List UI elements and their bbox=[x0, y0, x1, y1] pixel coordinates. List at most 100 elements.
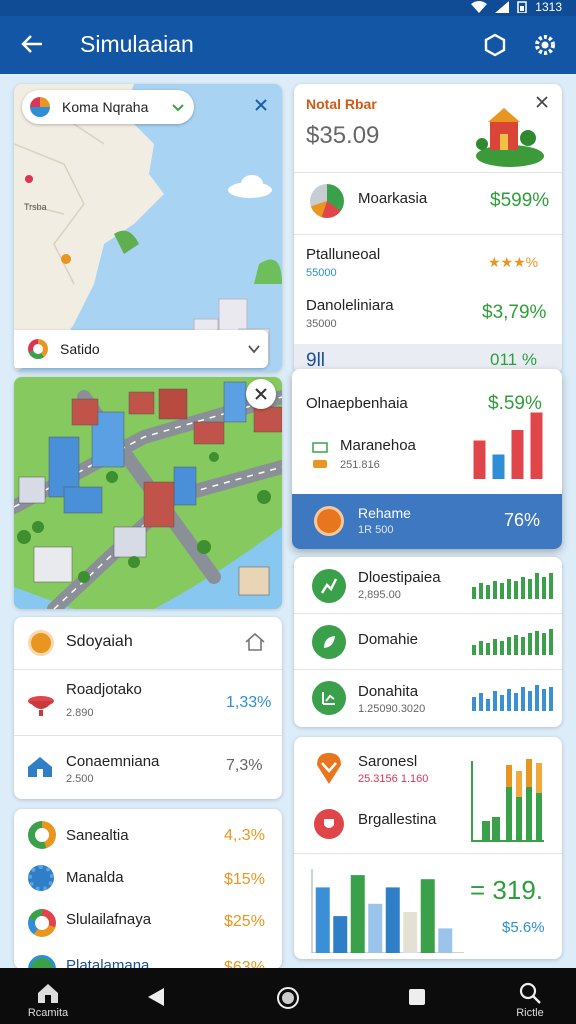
app-bar: Simulaaian bbox=[0, 16, 576, 74]
row-value: 1,33% bbox=[226, 694, 272, 711]
chart-bar bbox=[492, 454, 505, 479]
globe-icon bbox=[28, 955, 56, 969]
chevron-down-icon[interactable] bbox=[248, 344, 260, 354]
chart-bar bbox=[473, 440, 486, 479]
footer-sub: 1R 500 bbox=[358, 524, 394, 536]
footer-value: 76% bbox=[504, 510, 541, 530]
footer-label: Rehame bbox=[358, 505, 411, 521]
chevron-down-icon[interactable] bbox=[172, 101, 184, 113]
chart-bar bbox=[350, 875, 365, 953]
app-badge-icon bbox=[314, 506, 344, 536]
row-value: $3,79% bbox=[482, 302, 547, 323]
row-label: Ptalluneoal bbox=[306, 246, 381, 263]
back-triangle-icon[interactable] bbox=[146, 986, 166, 1008]
arrow-left-icon[interactable] bbox=[18, 30, 46, 58]
overlay-row-label: Maranehoa bbox=[340, 437, 416, 454]
sparkline-bars bbox=[472, 685, 553, 711]
city-view-card[interactable] bbox=[14, 377, 282, 609]
row-label: Danoleliniara bbox=[306, 297, 394, 314]
chart-bar bbox=[403, 912, 418, 953]
row-label: Domahie bbox=[358, 631, 419, 648]
overlay-footer[interactable]: Rehame 1R 500 76% bbox=[292, 494, 562, 549]
total-summary-card[interactable]: Notal Rbar $35.09 Moarkasia $599% Ptallu… bbox=[294, 84, 562, 374]
signal-icon bbox=[495, 1, 510, 13]
home-outline-icon[interactable] bbox=[244, 632, 266, 652]
rating-stars: ★★★% bbox=[488, 254, 539, 270]
nav-home-label: Rcamita bbox=[27, 1007, 69, 1019]
summary-title: Notal Rbar bbox=[306, 96, 377, 112]
battery-icon bbox=[517, 1, 528, 13]
row-value: 4,.3% bbox=[224, 827, 265, 844]
row-label: Moarkasia bbox=[358, 190, 428, 207]
page-title: Simulaaian bbox=[80, 31, 194, 57]
location-search-chip[interactable]: Koma Nqraha bbox=[22, 90, 194, 124]
overlay-row-sub: 251.816 bbox=[340, 459, 380, 471]
home-icon bbox=[38, 984, 58, 1003]
location-pin-icon bbox=[317, 753, 341, 784]
row-sub: 2.500 bbox=[66, 773, 94, 785]
cut-right-label: 011 % bbox=[490, 350, 537, 369]
city-illustration[interactable] bbox=[14, 377, 282, 609]
row-sub: 1.25090.3020 bbox=[358, 703, 426, 715]
row-sub: 55000 bbox=[306, 267, 337, 279]
big-value: = 319. bbox=[470, 875, 544, 905]
card-icon bbox=[313, 460, 327, 468]
close-button[interactable] bbox=[246, 379, 276, 409]
bowl-icon bbox=[28, 696, 54, 716]
recents-square-icon[interactable] bbox=[408, 988, 426, 1006]
chart-bar bbox=[385, 887, 400, 953]
row-label: Saronesl bbox=[358, 753, 418, 770]
row-label: Dloestipaiea bbox=[358, 569, 441, 586]
left-metrics-card[interactable]: Sanealtia 4,.3% Manalda $15% Slulailafna… bbox=[14, 809, 282, 969]
main-bar-chart bbox=[311, 869, 464, 953]
row-sub: 2,895.00 bbox=[358, 589, 401, 601]
search-icon bbox=[519, 982, 541, 1004]
gear-icon[interactable] bbox=[532, 32, 558, 58]
row-label: Manalda bbox=[66, 869, 124, 886]
nav-search-label: Rictle bbox=[516, 1007, 544, 1019]
bottom-nav-bar: Rcamita Rictle bbox=[0, 968, 576, 1024]
nav-search[interactable]: Rictle bbox=[502, 968, 558, 1019]
chart-card[interactable]: Saronesl 25.3156 1.160 Brgallestina = 31… bbox=[294, 737, 562, 959]
close-icon bbox=[255, 388, 267, 400]
overlay-title: Olnaepbenhaia bbox=[306, 395, 408, 412]
globe-icon bbox=[310, 184, 344, 218]
row-label: Brgallestina bbox=[358, 811, 437, 828]
wifi-icon bbox=[471, 1, 488, 13]
row-value: 7,3% bbox=[226, 757, 263, 774]
summary-amount: $35.09 bbox=[306, 122, 380, 149]
nav-home[interactable]: Rcamita bbox=[20, 968, 76, 1019]
row-sub: 35000 bbox=[306, 318, 337, 330]
row-label: Roadjotako bbox=[66, 681, 142, 698]
chart-bar bbox=[315, 887, 330, 953]
flag-icon bbox=[30, 97, 50, 117]
region-chip[interactable]: Satido bbox=[14, 330, 268, 368]
chart-bar bbox=[530, 412, 543, 479]
left-summary-card[interactable]: Sdoyaiah Roadjotako 2.890 1,33% Conaemni… bbox=[14, 617, 282, 799]
sparkline-bars bbox=[472, 573, 553, 599]
farm-illustration bbox=[476, 108, 544, 167]
chart-bar bbox=[511, 430, 524, 479]
row-value: $15% bbox=[224, 871, 265, 888]
map-label: Trsba bbox=[24, 202, 47, 212]
sparkline-bars bbox=[472, 629, 553, 655]
home-circle-icon[interactable] bbox=[276, 986, 300, 1010]
chart-bar bbox=[420, 879, 435, 953]
stats-card[interactable]: Dloestipaiea 2,895.00 Domahie Donahita 1… bbox=[294, 557, 562, 727]
row-sub: 2.890 bbox=[66, 707, 94, 719]
row-value: $599% bbox=[490, 190, 550, 211]
wallet-icon bbox=[312, 442, 328, 453]
chart-bar bbox=[438, 928, 453, 953]
map-card[interactable]: Koma Nqraha Trsba Satido bbox=[14, 84, 282, 372]
overlay-popup-card[interactable]: Olnaepbenhaia $.59% Maranehoa 251.816 Re… bbox=[292, 369, 562, 549]
hexagon-icon[interactable] bbox=[482, 32, 508, 58]
row-label: Conaemniana bbox=[66, 753, 160, 770]
house-icon bbox=[28, 757, 52, 777]
map-view[interactable] bbox=[14, 84, 282, 372]
close-icon[interactable] bbox=[254, 98, 268, 112]
region-label: Satido bbox=[60, 341, 100, 357]
overlay-bar-chart bbox=[473, 412, 543, 479]
stacked-bars-icon bbox=[471, 759, 544, 842]
sub-value: $5.6% bbox=[502, 919, 545, 936]
chart-bar bbox=[368, 903, 383, 953]
